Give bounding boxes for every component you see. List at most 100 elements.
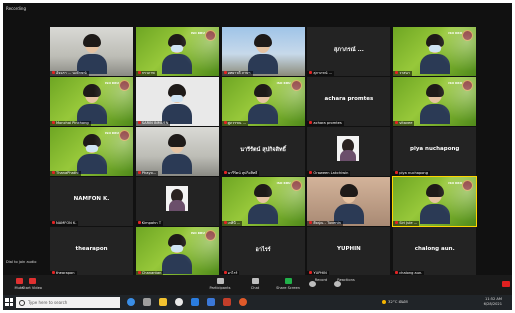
participant-video (162, 134, 193, 174)
participant-display-name: piya nuchapong (410, 146, 460, 152)
participants-button[interactable]: Participants (205, 278, 235, 290)
participant-display-name: อาไรร์ (255, 247, 271, 253)
participant-video (76, 84, 107, 124)
participant-name-text: ศิลปุณ - Tuvenin (313, 221, 341, 225)
file-explorer-icon[interactable] (159, 298, 167, 306)
background-banner-text: ISO KRU (448, 81, 463, 85)
task-view-icon[interactable] (143, 298, 151, 306)
participant-tile[interactable]: piya nuchapong piya nuchapong (393, 127, 477, 176)
participant-tile[interactable]: ISO KRU วาสนา (393, 27, 477, 76)
participant-tile[interactable]: chalong aun. chalong aun. (393, 227, 477, 276)
participant-video (333, 184, 364, 224)
powerpoint-icon[interactable] (223, 298, 231, 306)
search-icon (19, 300, 25, 306)
microphone-muted-icon (137, 221, 141, 224)
start-video-button[interactable]: Start Video (17, 278, 47, 290)
participant-name-text: อทยาวดี ภาษา (227, 71, 251, 75)
end-meeting-button[interactable] (502, 281, 510, 287)
participant-name-text: Siri Jule ... (399, 221, 418, 225)
participant-name-label: NAMFON K. (50, 221, 79, 226)
participant-tile[interactable]: ISO KRU Chanantan (135, 227, 219, 276)
weather-widget[interactable]: 32°C ฝนตก (382, 299, 408, 305)
profile-picture (165, 186, 188, 211)
participant-tile[interactable]: thearapon thearapon (50, 227, 133, 276)
microphone-muted-icon (309, 221, 313, 224)
participant-video (419, 34, 450, 74)
participant-name-text: NAMFON K. (56, 221, 77, 225)
windows-start-icon[interactable] (5, 298, 13, 306)
participant-name-label: piya nuchapong (393, 171, 430, 176)
participant-video (419, 84, 450, 124)
microphone-muted-icon (395, 121, 399, 124)
chat-icon (251, 278, 259, 284)
participant-name-label: อัจฉรา ... นงลักษณ์ (50, 71, 89, 76)
chat-button[interactable]: Chat (240, 278, 270, 290)
cortana-icon[interactable] (127, 298, 135, 306)
participant-tile[interactable]: Kimpahn T (135, 177, 219, 226)
participant-tile[interactable]: ISO KRU ThanaPhathi (50, 127, 133, 176)
zoom-meeting-window: Recording อัจฉรา ... นงลักษณ์ ISO KRU กรวภ… (3, 3, 512, 310)
participant-video (162, 34, 193, 74)
recording-label: Recording (6, 6, 27, 11)
participant-tile[interactable]: ISO KRU ศูภวรรณ ... (221, 77, 305, 126)
microphone-muted-icon (223, 171, 227, 174)
participant-name-text: Oraween Lakchiwin (313, 171, 349, 175)
zoom-app-icon[interactable] (191, 298, 199, 306)
reactions-button[interactable]: Reactions (331, 278, 361, 287)
university-logo-icon (462, 180, 474, 191)
participant-tile[interactable]: YUPHIN YUPHIN (307, 227, 391, 276)
participant-name-label: นารีรัตน์ สุปกิจสิทธิ์ (221, 171, 260, 176)
participant-name-label: เกศินี ... (221, 221, 243, 226)
windows-taskbar: Type here to search 32°C ฝนตก 11:52 AM 6… (3, 295, 512, 310)
participant-tile[interactable]: อัจฉรา ... นงลักษณ์ (50, 27, 133, 76)
participant-name-text: vitavee (399, 121, 413, 125)
microphone-muted-icon (52, 271, 55, 274)
university-logo-icon (204, 230, 216, 241)
system-tray-icons[interactable] (421, 300, 481, 305)
participant-name-label: vitavee (393, 121, 415, 126)
participant-tile[interactable]: ISO KRU Monchai Pinkhong (50, 77, 133, 126)
participant-name-label: กรวภาพ (135, 71, 157, 76)
chrome-icon[interactable] (175, 298, 183, 306)
microphone-muted-icon (309, 171, 313, 174)
browser-icon[interactable] (239, 298, 247, 306)
participant-video (248, 184, 279, 224)
participant-tile[interactable]: สุภาภรณ์ ... สุภาภรณ์ ... (307, 27, 391, 76)
participant-tile[interactable]: Oraween Lakchiwin (307, 127, 391, 176)
participant-tile[interactable]: ISO KRU กรวภาพ (135, 27, 219, 76)
participant-tile[interactable]: ISO KRU vitavee (393, 77, 477, 126)
participant-tile[interactable]: NAMFON K. NAMFON K. (50, 177, 133, 226)
background-banner-text: ISO KRU (448, 31, 463, 35)
word-icon[interactable] (207, 298, 215, 306)
participant-name-text: SARIN INMUEN (141, 121, 169, 125)
microphone-muted-icon (395, 221, 399, 224)
participant-video (76, 34, 107, 74)
background-banner-text: ISO KRU (190, 231, 205, 235)
microphone-muted-icon (223, 71, 227, 74)
participant-name-text: piya nuchapong (399, 171, 428, 175)
participant-tile[interactable]: Phayo... (135, 127, 219, 176)
participant-name-label: Monchai Pinkhong (50, 121, 91, 126)
participant-name-text: วาสนา (399, 71, 410, 75)
participant-tile[interactable]: SARIN INMUEN (135, 77, 219, 126)
participant-tile[interactable]: อาไรร์ อาไรร์ (221, 227, 305, 276)
profile-picture (337, 136, 360, 161)
dial-in-link[interactable]: Dial to join audio (6, 260, 36, 264)
participant-tile[interactable]: ISO KRU เกศินี ... (221, 177, 305, 226)
participant-name-text: achara promtes (313, 121, 342, 125)
participant-tile[interactable]: นารีรัตน์ สุปกิจสิทธิ์ นารีรัตน์ สุปกิจสิ… (221, 127, 305, 176)
share-screen-label: Share Screen (276, 286, 300, 290)
participant-tile[interactable]: อทยาวดี ภาษา (221, 27, 305, 76)
participants-icon (216, 278, 224, 284)
taskbar-clock[interactable]: 11:52 AM 6/28/2021 (484, 297, 502, 307)
background-banner-text: ISO KRU (105, 81, 119, 85)
microphone-muted-icon (395, 171, 399, 174)
participant-tile[interactable]: ISO KRU Siri Jule ... (392, 176, 478, 227)
share-screen-button[interactable]: Share Screen (273, 278, 303, 290)
participant-tile[interactable]: ศิลปุณ - Tuvenin (307, 177, 391, 226)
reactions-icon (334, 281, 341, 287)
microphone-muted-icon (309, 71, 313, 74)
taskbar-search-input[interactable]: Type here to search (16, 297, 120, 308)
participant-video (76, 134, 107, 174)
participant-tile[interactable]: achara promtes achara promtes (307, 77, 391, 126)
